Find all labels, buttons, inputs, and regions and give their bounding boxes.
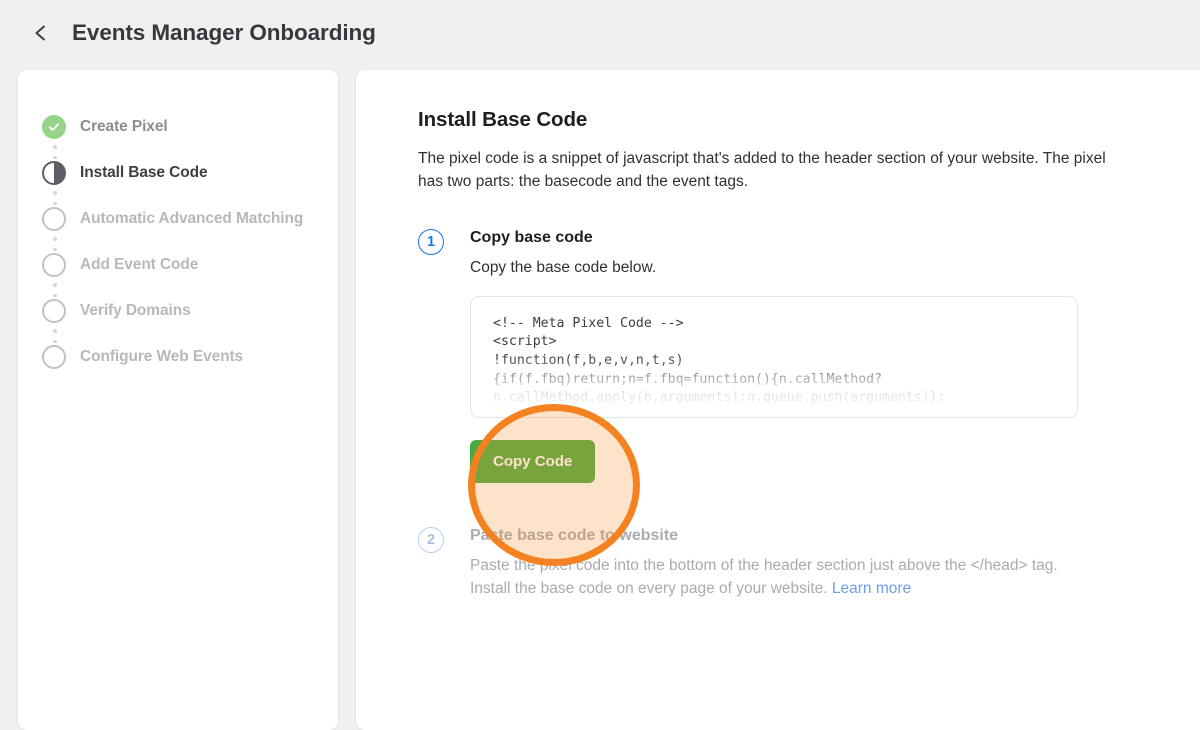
empty-circle-icon <box>42 345 66 369</box>
onboarding-steps-sidebar: Create Pixel Install Base Code Automatic… <box>18 70 338 730</box>
copy-code-button[interactable]: Copy Code <box>470 439 596 483</box>
panel-title: Install Base Code <box>418 108 588 131</box>
empty-circle-icon <box>42 207 66 231</box>
sidebar-item-label: Install Base Code <box>80 164 208 181</box>
step-number-badge-1: 1 <box>418 229 444 255</box>
base-code-container[interactable]: <!-- Meta Pixel Code --> <script> !funct… <box>470 295 1078 418</box>
step-status-icon-add-event-code <box>42 253 66 277</box>
sidebar-item-create-pixel[interactable]: Create Pixel <box>18 104 338 159</box>
top-bar: Events Manager Onboarding <box>0 0 1200 65</box>
section-text: Paste the pixel code into the bottom of … <box>470 554 1070 601</box>
chevron-left-icon <box>31 23 51 43</box>
step-number-badge-2: 2 <box>418 526 444 553</box>
section-text-body: Paste the pixel code into the bottom of … <box>470 556 1058 598</box>
sidebar-item-label: Configure Web Events <box>80 348 244 365</box>
section-paste-base-code: 2 Paste base code to website Paste the p… <box>418 526 1170 601</box>
section-text: Copy the base code below. <box>470 259 657 276</box>
sidebar-item-configure-web-events[interactable]: Configure Web Events <box>18 334 338 380</box>
step-status-icon-create-pixel <box>42 115 66 139</box>
section-title: Copy base code <box>470 229 593 246</box>
learn-more-link[interactable]: Learn more <box>832 580 911 597</box>
empty-circle-icon <box>42 299 66 323</box>
sidebar-item-label: Automatic Advanced Matching <box>80 210 304 227</box>
sidebar-item-install-base-code[interactable]: Install Base Code <box>18 150 338 205</box>
sidebar-item-verify-domains[interactable]: Verify Domains <box>18 288 338 343</box>
steps-list: Create Pixel Install Base Code Automatic… <box>18 70 338 380</box>
back-button[interactable] <box>24 16 58 50</box>
empty-circle-icon <box>42 253 66 277</box>
sidebar-item-automatic-advanced-matching[interactable]: Automatic Advanced Matching <box>18 196 338 251</box>
sidebar-item-label: Verify Domains <box>80 302 191 319</box>
step-status-icon-install-base-code <box>42 161 66 185</box>
step-status-icon-verify-domains <box>42 299 66 323</box>
sidebar-item-label: Create Pixel <box>80 118 168 135</box>
base-code-snippet: <!-- Meta Pixel Code --> <script> !funct… <box>493 315 946 406</box>
panel-description: The pixel code is a snippet of javascrip… <box>418 150 1106 190</box>
main-content-panel: Install Base Code The pixel code is a sn… <box>356 70 1200 730</box>
half-circle-icon <box>42 161 66 185</box>
step-status-icon-configure-web-events <box>42 345 66 369</box>
sidebar-item-add-event-code[interactable]: Add Event Code <box>18 242 338 297</box>
sidebar-item-label: Add Event Code <box>80 256 199 273</box>
section-title: Paste base code to website <box>470 526 679 544</box>
section-copy-base-code: 1 Copy base code Copy the base code belo… <box>418 229 1170 483</box>
check-circle-icon <box>42 115 66 139</box>
step-status-icon-automatic-advanced-matching <box>42 207 66 231</box>
page-title: Events Manager Onboarding <box>72 19 376 45</box>
